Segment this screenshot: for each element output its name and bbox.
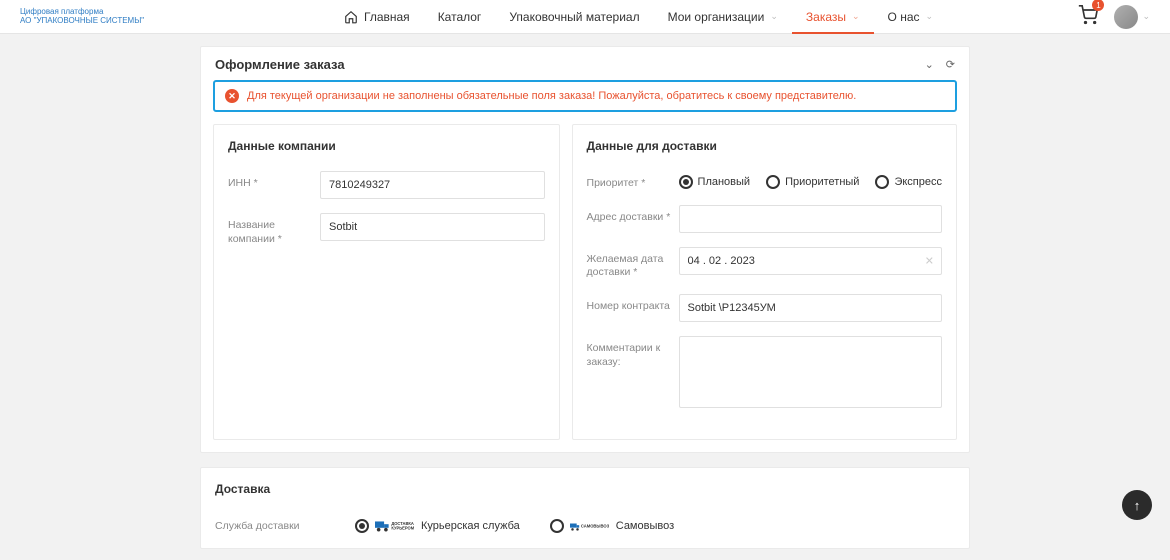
user-menu[interactable]: ⌄ (1114, 5, 1150, 29)
nav-about[interactable]: О нас ⌄ (874, 0, 948, 34)
form-columns: Данные компании ИНН * Название компании … (201, 124, 969, 452)
header: Цифровая платформа АО "УПАКОВОЧНЫЕ СИСТЕ… (0, 0, 1170, 34)
courier-text: Курьерская служба (421, 520, 520, 532)
field-address: Адрес доставки * (587, 205, 942, 233)
alert-text: Для текущей организации не заполнены обя… (247, 90, 856, 102)
field-date: Желаемая дата доставки * ✕ (587, 247, 942, 280)
company-name-input[interactable] (320, 213, 545, 241)
delivery-data-panel: Данные для доставки Приоритет * Плановый… (572, 124, 957, 440)
nav-packaging[interactable]: Упаковочный материал (495, 0, 653, 34)
arrow-up-icon: ↑ (1134, 498, 1141, 513)
nav-home[interactable]: Главная (330, 0, 424, 34)
alert: ✕ Для текущей организации не заполнены о… (213, 80, 957, 112)
delivery-service-label: Служба доставки (215, 520, 355, 532)
delivery-data-heading: Данные для доставки (587, 139, 942, 153)
priority-planned[interactable]: Плановый (679, 175, 751, 189)
delivery-options: ДОСТАВКА КУРЬЕРОМ Курьерская служба (355, 518, 674, 534)
delivery-card: Доставка Служба доставки ДОСТАВКА КУРЬЕР… (200, 467, 970, 549)
field-comment: Комментарии к заказу: (587, 336, 942, 411)
card-tools: ⌄ ⟳ (925, 58, 955, 71)
inn-label: ИНН * (228, 171, 320, 191)
company-heading: Данные компании (228, 139, 545, 153)
main: Оформление заказа ⌄ ⟳ ✕ Для текущей орга… (200, 46, 970, 549)
date-label: Желаемая дата доставки * (587, 247, 679, 280)
pickup-text: Самовывоз (616, 520, 674, 532)
refresh-icon[interactable]: ⟳ (946, 58, 955, 71)
radio-icon (875, 175, 889, 189)
chevron-down-icon: ⌄ (926, 11, 934, 22)
logo[interactable]: Цифровая платформа АО "УПАКОВОЧНЫЕ СИСТЕ… (20, 8, 170, 26)
comment-label: Комментарии к заказу: (587, 336, 679, 369)
nav-orders[interactable]: Заказы ⌄ (792, 0, 874, 34)
delivery-courier[interactable]: ДОСТАВКА КУРЬЕРОМ Курьерская служба (355, 518, 520, 534)
comment-input[interactable] (679, 336, 942, 408)
date-input[interactable] (679, 247, 942, 275)
chevron-down-icon: ⌄ (1142, 11, 1150, 22)
radio-icon (355, 519, 369, 533)
radio-icon (550, 519, 564, 533)
svg-text:КУРЬЕРОМ: КУРЬЕРОМ (391, 526, 414, 531)
card-title: Оформление заказа (215, 57, 345, 72)
field-contract: Номер контракта (587, 294, 942, 322)
cart-button[interactable]: 1 (1078, 5, 1098, 28)
courier-icon: ДОСТАВКА КУРЬЕРОМ (375, 518, 415, 534)
scroll-top-button[interactable]: ↑ (1122, 490, 1152, 520)
nav-catalog[interactable]: Каталог (424, 0, 496, 34)
chevron-down-icon: ⌄ (852, 11, 860, 22)
clear-date-icon[interactable]: ✕ (925, 254, 934, 267)
nav: Главная Каталог Упаковочный материал Мои… (330, 0, 947, 34)
priority-label: Приоритет * (587, 171, 679, 191)
home-icon (344, 10, 358, 24)
company-panel: Данные компании ИНН * Название компании … (213, 124, 560, 440)
priority-radio-group: Плановый Приоритетный Экспресс (679, 171, 942, 189)
card-header: Оформление заказа ⌄ ⟳ (201, 47, 969, 80)
priority-priority[interactable]: Приоритетный (766, 175, 859, 189)
cart-badge: 1 (1092, 0, 1104, 11)
avatar (1114, 5, 1138, 29)
delivery-pickup[interactable]: САМОВЫВОЗ Самовывоз (550, 518, 674, 534)
contract-input[interactable] (679, 294, 942, 322)
pickup-icon: САМОВЫВОЗ (570, 518, 610, 534)
header-right: 1 ⌄ (1078, 5, 1150, 29)
priority-express[interactable]: Экспресс (875, 175, 942, 189)
svg-text:САМОВЫВОЗ: САМОВЫВОЗ (581, 524, 610, 529)
address-input[interactable] (679, 205, 942, 233)
order-card: Оформление заказа ⌄ ⟳ ✕ Для текущей орга… (200, 46, 970, 453)
field-company-name: Название компании * (228, 213, 545, 246)
inn-input[interactable] (320, 171, 545, 199)
address-label: Адрес доставки * (587, 205, 679, 225)
radio-icon (679, 175, 693, 189)
logo-line2: АО "УПАКОВОЧНЫЕ СИСТЕМЫ" (20, 17, 170, 26)
radio-icon (766, 175, 780, 189)
contract-label: Номер контракта (587, 294, 679, 314)
collapse-icon[interactable]: ⌄ (925, 58, 934, 71)
delivery-service-row: Служба доставки ДОСТАВКА КУРЬЕРОМ (215, 518, 955, 534)
delivery-heading: Доставка (215, 482, 955, 496)
field-priority: Приоритет * Плановый Приоритетный (587, 171, 942, 191)
field-inn: ИНН * (228, 171, 545, 199)
company-name-label: Название компании * (228, 213, 320, 246)
nav-orgs[interactable]: Мои организации ⌄ (654, 0, 792, 34)
error-icon: ✕ (225, 89, 239, 103)
chevron-down-icon: ⌄ (770, 11, 778, 22)
